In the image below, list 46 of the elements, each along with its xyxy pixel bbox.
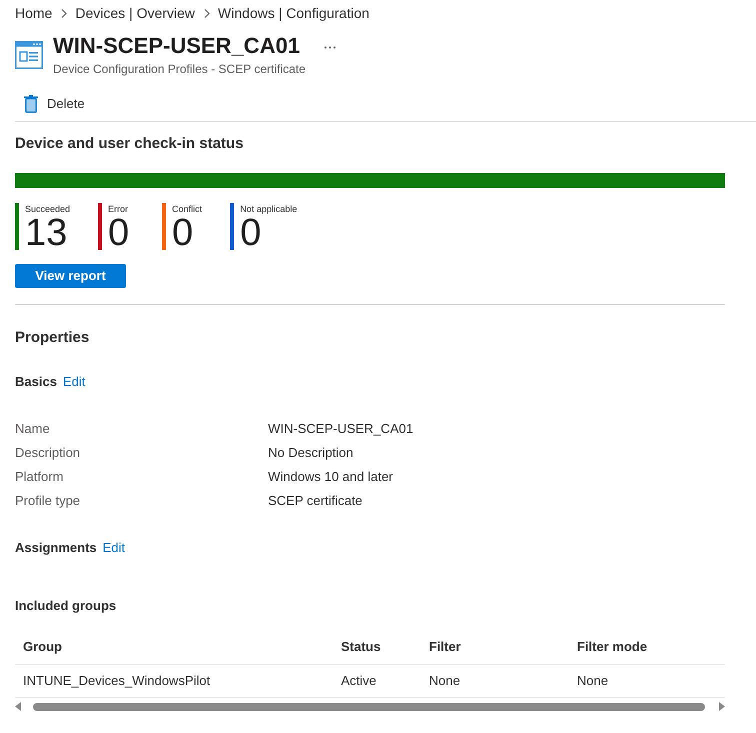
edit-link[interactable]: Edit <box>102 540 126 555</box>
breadcrumb-link[interactable]: Devices | Overview <box>75 3 195 23</box>
stat-label: Error <box>108 203 130 216</box>
table-cell: Active <box>333 664 421 697</box>
field-value: SCEP certificate <box>268 492 362 510</box>
scroll-left-icon[interactable] <box>15 702 21 711</box>
column-header: Status <box>333 629 421 664</box>
stat-label: Not applicable <box>240 203 298 216</box>
more-options-icon[interactable] <box>324 46 336 49</box>
column-header: Group <box>15 629 333 664</box>
field-label: Name <box>15 420 51 438</box>
field-label: Platform <box>15 468 64 486</box>
page-subtitle: Device Configuration Profiles - SCEP certificate <box>53 61 307 77</box>
view-report-button[interactable]: View report <box>15 264 126 288</box>
trash-icon <box>24 95 38 113</box>
section-title: Properties <box>15 328 90 348</box>
delete-button[interactable]: Delete <box>15 92 85 116</box>
subsection-title: Included groups <box>15 598 116 613</box>
section-title: Device and user check-in status <box>15 134 244 154</box>
field-value: WIN-SCEP-USER_CA01 <box>268 420 414 438</box>
page-title: WIN-SCEP-USER_CA01 <box>53 32 300 60</box>
stat-label: Conflict <box>172 203 202 216</box>
column-header: Filter mode <box>569 629 725 664</box>
stat-label: Succeeded <box>25 203 70 216</box>
profile-window-icon <box>15 41 43 69</box>
field-label: Profile type <box>15 492 82 510</box>
table-cell: None <box>421 664 569 697</box>
subsection-title: Basics <box>15 374 57 389</box>
table-cell: INTUNE_Devices_WindowsPilot <box>15 664 333 697</box>
chevron-right-icon <box>204 8 210 18</box>
stat-count: 13 <box>25 216 68 250</box>
scrollbar-thumb[interactable] <box>33 702 705 710</box>
table-cell: None <box>569 664 725 697</box>
column-header: Filter <box>421 629 569 664</box>
stat-count: 0 <box>108 216 130 250</box>
field-label: Description <box>15 444 82 462</box>
subsection-title: Assignments <box>15 540 97 555</box>
field-value: No Description <box>268 444 354 462</box>
breadcrumb-link[interactable]: Windows | Configuration <box>218 3 370 23</box>
stat-count: 0 <box>172 216 194 250</box>
stat-count: 0 <box>240 216 262 250</box>
scroll-right-icon[interactable] <box>719 702 725 711</box>
field-value: Windows 10 and later <box>268 468 394 486</box>
breadcrumb-link[interactable]: Home <box>15 3 52 23</box>
edit-link[interactable]: Edit <box>62 374 86 389</box>
chevron-right-icon <box>61 8 68 18</box>
